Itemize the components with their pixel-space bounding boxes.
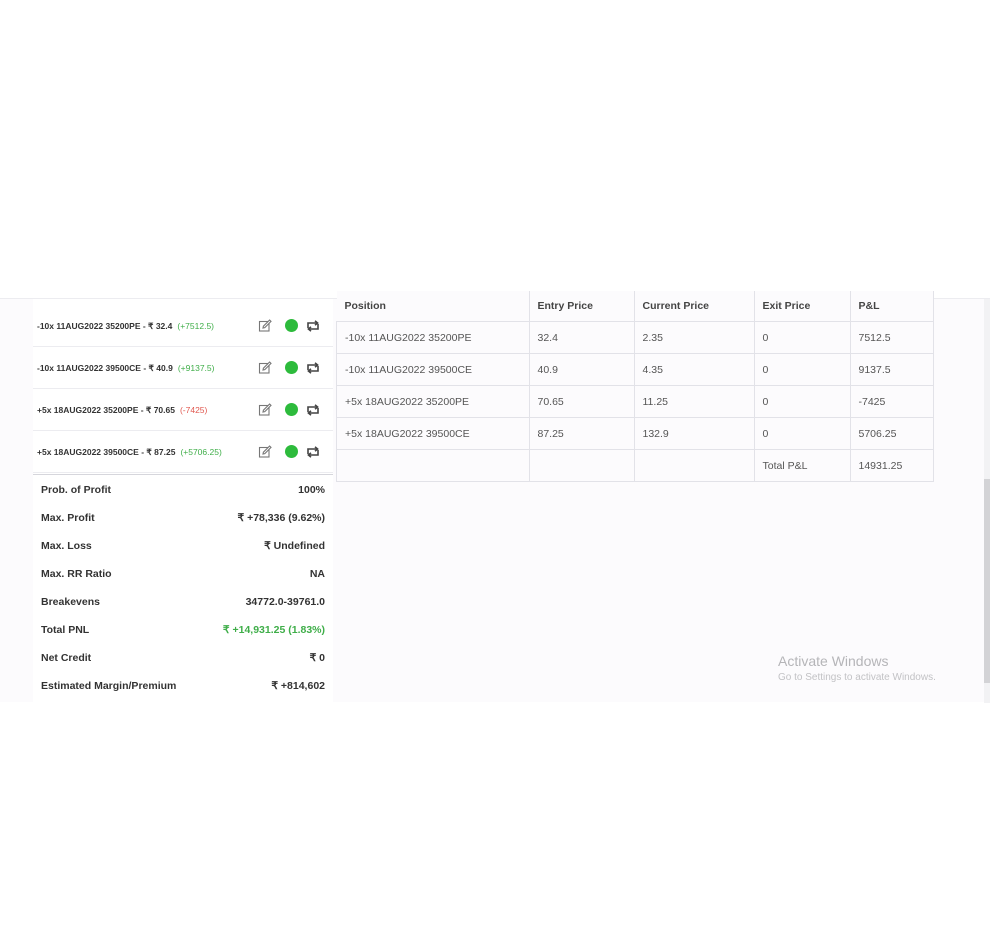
strategy-section: -10x 11AUG2022 35200PE - ₹ 32.4 (+7512.5)…: [0, 291, 990, 703]
status-dot-icon[interactable]: [285, 361, 298, 374]
table-cell: 7512.5: [849, 321, 934, 354]
stat-label: Max. Profit: [41, 512, 95, 524]
stat-label: Max. RR Ratio: [41, 568, 112, 580]
scrollbar-track[interactable]: [984, 299, 990, 703]
scrollbar-thumb[interactable]: [984, 479, 990, 683]
edit-icon[interactable]: [258, 403, 272, 417]
table-row: -10x 11AUG2022 39500CE 40.9 4.35 0 9137.5: [336, 353, 934, 386]
table-cell: 11.25: [633, 385, 755, 418]
total-row: Total P&L 14931.25: [336, 449, 934, 482]
table-cell: 132.9: [633, 417, 755, 450]
stat-label: Breakevens: [41, 596, 100, 608]
stat-row: Prob. of Profit 100%: [41, 476, 325, 504]
table-cell: -10x 11AUG2022 39500CE: [336, 353, 530, 386]
swap-icon[interactable]: [305, 318, 321, 334]
table-cell: +5x 18AUG2022 39500CE: [336, 417, 530, 450]
leg-text: +5x 18AUG2022 39500CE - ₹ 87.25 (+5706.25…: [37, 431, 222, 473]
table-cell: [633, 449, 755, 482]
leg-text: -10x 11AUG2022 39500CE - ₹ 40.9 (+9137.5): [37, 347, 214, 389]
table-cell: +5x 18AUG2022 35200PE: [336, 385, 530, 418]
stat-value: NA: [309, 568, 325, 580]
leg-row: +5x 18AUG2022 35200PE - ₹ 70.65 (-7425): [33, 389, 333, 431]
stat-value: 34772.0-39761.0: [245, 596, 325, 608]
stat-row: Estimated Margin/Premium ₹ +814,602: [41, 672, 325, 700]
status-dot-icon[interactable]: [285, 445, 298, 458]
swap-icon[interactable]: [305, 360, 321, 376]
table-row: +5x 18AUG2022 35200PE 70.65 11.25 0 -7425: [336, 385, 934, 418]
positions-table-wrap: Position Entry Price Current Price Exit …: [336, 291, 934, 482]
header-current-price: Current Price: [634, 291, 755, 322]
edit-icon[interactable]: [258, 445, 272, 459]
stat-value: ₹ 0: [309, 652, 325, 664]
leg-text: -10x 11AUG2022 35200PE - ₹ 32.4 (+7512.5): [37, 305, 214, 347]
watermark-title: Activate Windows: [778, 653, 889, 669]
stat-value: ₹ +78,336 (9.62%): [237, 512, 325, 524]
header-position: Position: [336, 291, 530, 322]
stat-row: Max. Profit ₹ +78,336 (9.62%): [41, 504, 325, 532]
table-cell: 0: [753, 321, 851, 354]
stat-label: Net Credit: [41, 652, 92, 664]
status-dot-icon[interactable]: [285, 319, 298, 332]
stat-row: Max. RR Ratio NA: [41, 560, 325, 588]
swap-icon[interactable]: [305, 444, 321, 460]
table-header-row: Position Entry Price Current Price Exit …: [336, 291, 934, 322]
leg-row: -10x 11AUG2022 39500CE - ₹ 40.9 (+9137.5): [33, 347, 333, 389]
table-cell: 0: [753, 417, 851, 450]
header-exit-price: Exit Price: [754, 291, 851, 322]
table-cell: 9137.5: [849, 353, 934, 386]
leg-text: +5x 18AUG2022 35200PE - ₹ 70.65 (-7425): [37, 389, 207, 431]
strategy-legs-panel: -10x 11AUG2022 35200PE - ₹ 32.4 (+7512.5)…: [33, 299, 333, 703]
positions-table: Position Entry Price Current Price Exit …: [336, 291, 934, 482]
leg-pnl: (+5706.25): [180, 447, 222, 457]
leg-pnl: (+7512.5): [177, 321, 214, 331]
stat-row: Max. Loss ₹ Undefined: [41, 532, 325, 560]
stat-label: Prob. of Profit: [41, 484, 111, 496]
stat-value: ₹ Undefined: [264, 540, 325, 552]
table-cell: 32.4: [528, 321, 635, 354]
total-label: Total P&L: [753, 449, 851, 482]
leg-pnl: (-7425): [179, 405, 208, 415]
stat-row: Total PNL ₹ +14,931.25 (1.83%): [41, 616, 325, 644]
stat-row: Net Credit ₹ 0: [41, 644, 325, 672]
stat-row: Breakevens 34772.0-39761.0: [41, 588, 325, 616]
table-cell: 0: [753, 353, 851, 386]
stat-label: Estimated Margin/Premium: [41, 680, 177, 692]
table-cell: 4.35: [633, 353, 755, 386]
table-cell: [336, 449, 530, 482]
table-row: +5x 18AUG2022 39500CE 87.25 132.9 0 5706.25: [336, 417, 934, 450]
leg-label: -10x 11AUG2022 39500CE - ₹ 40.9: [37, 362, 173, 373]
leg-label: +5x 18AUG2022 35200PE - ₹ 70.65: [37, 404, 175, 415]
legs-divider: [33, 474, 333, 475]
header-entry-price: Entry Price: [529, 291, 635, 322]
table-cell: [528, 449, 635, 482]
table-cell: 70.65: [528, 385, 635, 418]
stat-label: Total PNL: [41, 624, 90, 636]
stat-label: Max. Loss: [41, 540, 92, 552]
status-dot-icon[interactable]: [285, 403, 298, 416]
table-cell: -10x 11AUG2022 35200PE: [336, 321, 530, 354]
table-body: -10x 11AUG2022 35200PE 32.4 2.35 0 7512.5 -10…: [336, 321, 934, 482]
leg-label: +5x 18AUG2022 39500CE - ₹ 87.25: [37, 446, 176, 457]
table-cell: 40.9: [528, 353, 635, 386]
leg-label: -10x 11AUG2022 35200PE - ₹ 32.4: [37, 320, 173, 331]
table-cell: 0: [753, 385, 851, 418]
table-row: -10x 11AUG2022 35200PE 32.4 2.35 0 7512.5: [336, 321, 934, 354]
edit-icon[interactable]: [258, 361, 272, 375]
stat-value: 100%: [298, 484, 325, 496]
total-value: 14931.25: [849, 449, 934, 482]
stat-value: ₹ +14,931.25 (1.83%): [222, 624, 325, 636]
leg-row: -10x 11AUG2022 35200PE - ₹ 32.4 (+7512.5): [33, 305, 333, 347]
leg-row: +5x 18AUG2022 39500CE - ₹ 87.25 (+5706.25…: [33, 431, 333, 473]
watermark-subtitle: Go to Settings to activate Windows.: [778, 672, 936, 683]
edit-icon[interactable]: [258, 319, 272, 333]
table-cell: 2.35: [633, 321, 755, 354]
stat-value: ₹ +814,602: [271, 680, 325, 692]
header-pnl: P&L: [850, 291, 934, 322]
leg-pnl: (+9137.5): [177, 363, 215, 373]
swap-icon[interactable]: [305, 402, 321, 418]
table-cell: 87.25: [528, 417, 635, 450]
table-cell: -7425: [849, 385, 934, 418]
table-cell: 5706.25: [849, 417, 934, 450]
